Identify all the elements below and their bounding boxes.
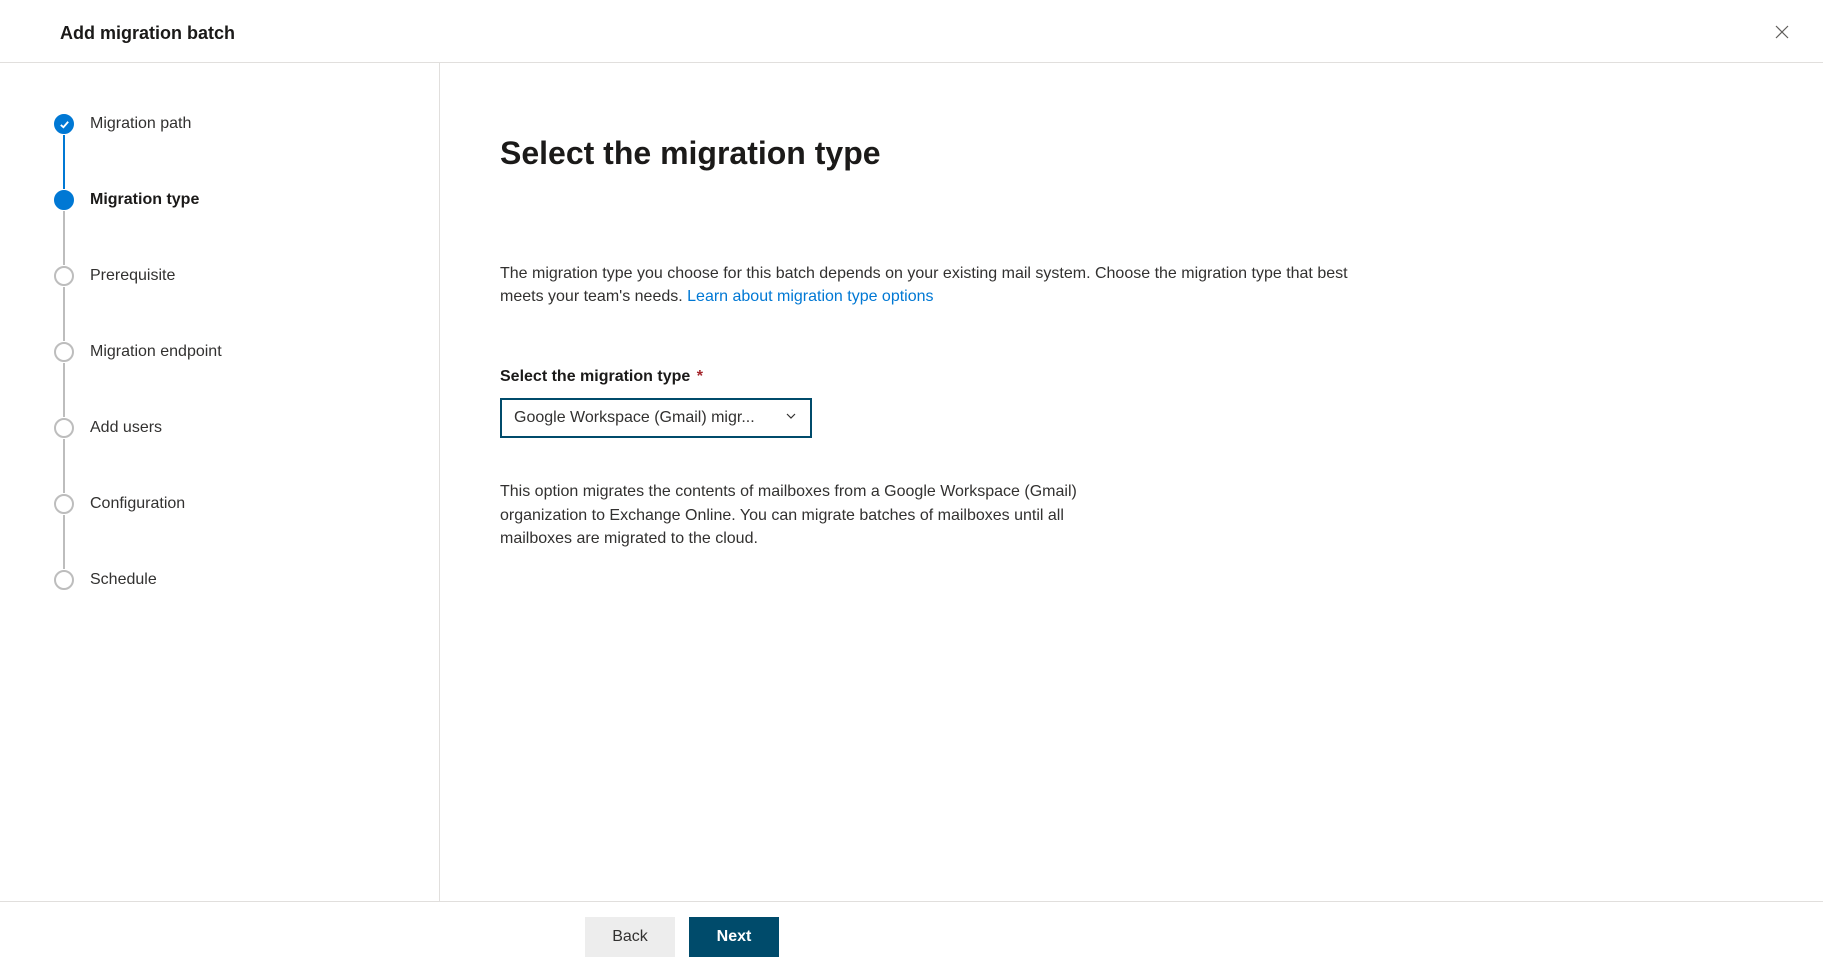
step-schedule[interactable]: Schedule — [54, 569, 419, 591]
step-label: Schedule — [90, 571, 157, 589]
step-add-users[interactable]: Add users — [54, 417, 419, 439]
field-label-text: Select the migration type — [500, 368, 690, 385]
step-connector — [63, 439, 65, 493]
migration-type-select[interactable]: Google Workspace (Gmail) migr... — [500, 398, 812, 438]
step-indicator-pending-icon — [54, 418, 74, 438]
migration-type-label: Select the migration type * — [500, 368, 703, 385]
step-connector — [63, 515, 65, 569]
close-button[interactable] — [1769, 18, 1795, 48]
step-indicator-pending-icon — [54, 266, 74, 286]
migration-type-field: Select the migration type * Google Works… — [500, 368, 1400, 438]
wizard-title: Add migration batch — [60, 23, 235, 44]
step-connector — [63, 211, 65, 265]
wizard-body: Migration path Migration type Prerequisi… — [0, 63, 1823, 901]
wizard-content: Select the migration type The migration … — [440, 63, 1460, 901]
step-label: Migration type — [90, 191, 199, 209]
step-migration-type[interactable]: Migration type — [54, 189, 419, 211]
close-icon — [1775, 23, 1789, 43]
step-indicator-pending-icon — [54, 494, 74, 514]
next-button[interactable]: Next — [689, 917, 779, 957]
step-connector — [63, 363, 65, 417]
step-indicator-completed-icon — [54, 114, 74, 134]
chevron-down-icon — [784, 409, 798, 428]
required-asterisk: * — [697, 368, 703, 385]
step-connector — [63, 287, 65, 341]
step-migration-endpoint[interactable]: Migration endpoint — [54, 341, 419, 363]
step-migration-path[interactable]: Migration path — [54, 113, 419, 135]
step-label: Migration path — [90, 115, 191, 133]
wizard-stepper: Migration path Migration type Prerequisi… — [0, 63, 440, 901]
migration-type-help-text: This option migrates the contents of mai… — [500, 480, 1090, 550]
step-indicator-pending-icon — [54, 342, 74, 362]
step-configuration[interactable]: Configuration — [54, 493, 419, 515]
intro-paragraph: The migration type you choose for this b… — [500, 262, 1360, 308]
step-prerequisite[interactable]: Prerequisite — [54, 265, 419, 287]
step-connector — [63, 135, 65, 189]
step-label: Prerequisite — [90, 267, 175, 285]
step-label: Configuration — [90, 495, 185, 513]
step-indicator-current-icon — [54, 190, 74, 210]
step-label: Add users — [90, 419, 162, 437]
wizard-header: Add migration batch — [0, 0, 1823, 63]
step-indicator-pending-icon — [54, 570, 74, 590]
wizard-footer: Back Next — [0, 901, 1823, 971]
learn-more-link[interactable]: Learn about migration type options — [687, 288, 933, 305]
back-button[interactable]: Back — [585, 917, 675, 957]
page-heading: Select the migration type — [500, 135, 1400, 172]
select-value: Google Workspace (Gmail) migr... — [514, 409, 774, 427]
step-label: Migration endpoint — [90, 343, 222, 361]
